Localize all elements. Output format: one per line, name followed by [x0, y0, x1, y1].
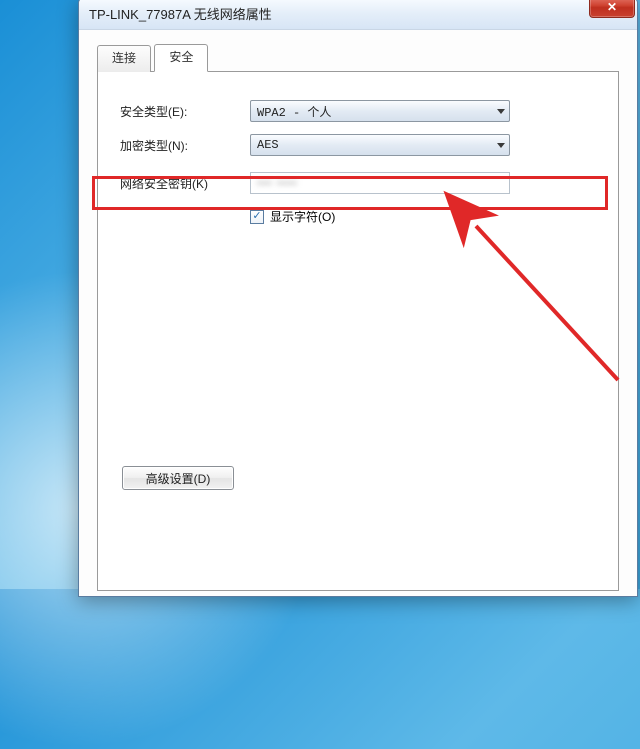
titlebar[interactable]: TP-LINK_77987A 无线网络属性 ✕ [79, 0, 637, 30]
security-type-row: 安全类型(E): WPA2 - 个人 [120, 100, 596, 122]
window-title: TP-LINK_77987A 无线网络属性 [89, 4, 272, 23]
tab-connection-label: 连接 [112, 51, 136, 65]
network-key-label: 网络安全密钥(K) [120, 175, 250, 192]
close-icon: ✕ [607, 0, 617, 14]
show-characters-checkbox[interactable]: ✓ [250, 210, 264, 224]
cipher-type-label: 加密类型(N): [120, 137, 250, 154]
security-type-value: WPA2 - 个人 [257, 103, 331, 120]
tabstrip: 连接 安全 [97, 44, 619, 71]
close-button[interactable]: ✕ [589, 0, 635, 18]
wireless-properties-dialog: TP-LINK_77987A 无线网络属性 ✕ 连接 安全 安全类型(E): W… [78, 0, 638, 597]
network-key-input[interactable]: ••• •••• [250, 172, 510, 194]
cipher-type-value: AES [257, 138, 279, 152]
show-characters-row: ✓ 显示字符(O) [250, 208, 596, 225]
check-icon: ✓ [252, 211, 261, 222]
show-characters-label: 显示字符(O) [270, 208, 335, 225]
security-type-label: 安全类型(E): [120, 103, 250, 120]
chevron-down-icon [497, 109, 505, 114]
tab-security-label: 安全 [169, 50, 193, 64]
tab-panel-security: 安全类型(E): WPA2 - 个人 加密类型(N): AES 网络安全密钥(K… [97, 71, 619, 591]
tab-connection[interactable]: 连接 [97, 45, 151, 72]
dialog-content: 连接 安全 安全类型(E): WPA2 - 个人 加密类型(N): AES [79, 30, 637, 596]
advanced-settings-button[interactable]: 高级设置(D) [122, 466, 234, 490]
network-key-value: ••• •••• [257, 176, 298, 190]
network-key-row: 网络安全密钥(K) ••• •••• [120, 172, 596, 194]
cipher-type-combo[interactable]: AES [250, 134, 510, 156]
chevron-down-icon [497, 143, 505, 148]
advanced-settings-label: 高级设置(D) [146, 470, 211, 487]
cipher-type-row: 加密类型(N): AES [120, 134, 596, 156]
tab-security[interactable]: 安全 [154, 44, 208, 72]
security-type-combo[interactable]: WPA2 - 个人 [250, 100, 510, 122]
